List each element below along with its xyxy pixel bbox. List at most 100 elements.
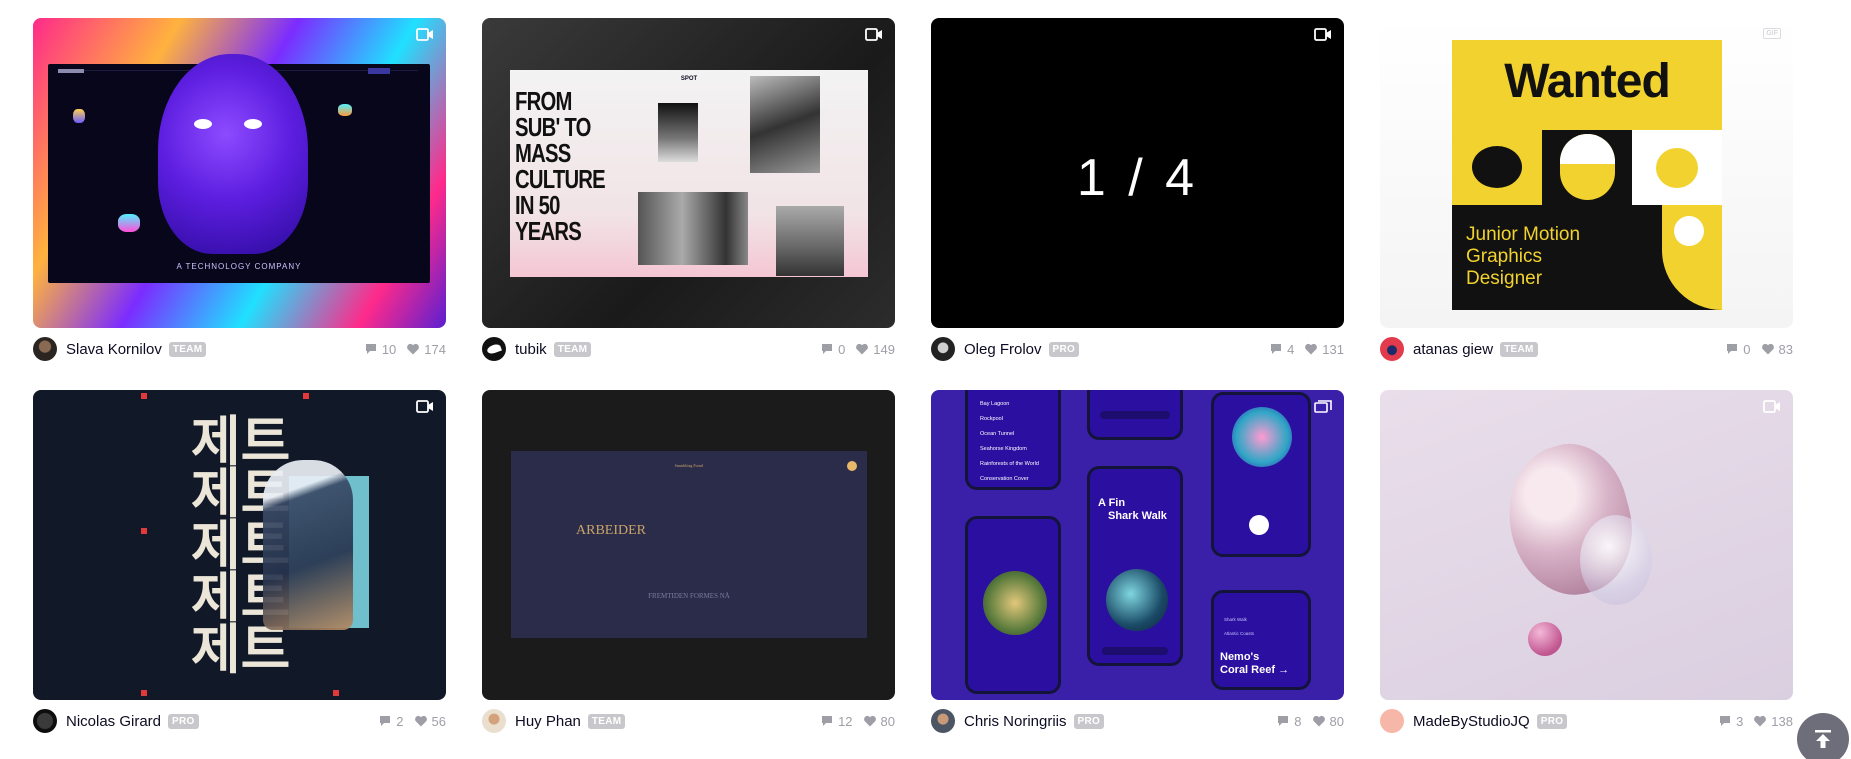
website-mockup: Smørklitag Forsel ARBEIDER FREMTIDEN FOR… bbox=[511, 451, 867, 638]
shot-stats: 12 80 bbox=[810, 714, 895, 729]
shot-card[interactable]: Wanted Junior Motion Graphics Designer G… bbox=[1380, 18, 1793, 361]
shot-thumbnail[interactable] bbox=[1380, 390, 1793, 700]
comment-icon bbox=[1720, 716, 1731, 726]
shot-thumbnail[interactable]: Smørklitag Forsel ARBEIDER FREMTIDEN FOR… bbox=[482, 390, 895, 700]
shot-thumbnail[interactable]: Bay Lagoon Rockpool Ocean Tunnel Seahors… bbox=[931, 390, 1344, 700]
comments-stat: 0 bbox=[820, 342, 845, 357]
comments-count: 0 bbox=[1743, 341, 1751, 357]
heart-icon bbox=[407, 343, 420, 355]
author-name[interactable]: Oleg Frolov bbox=[964, 341, 1042, 358]
comments-stat: 3 bbox=[1718, 714, 1743, 729]
shot-card[interactable]: MadeByStudioJQ PRO 3 138 bbox=[1380, 390, 1793, 733]
shot-card[interactable]: A TECHNOLOGY COMPANY Slava Kornilov TEAM… bbox=[33, 18, 446, 361]
likes-count: 80 bbox=[880, 713, 895, 729]
shot-thumbnail[interactable]: A TECHNOLOGY COMPANY bbox=[33, 18, 446, 328]
comments-stat: 0 bbox=[1725, 341, 1751, 357]
shot-thumbnail[interactable]: 제트 제트 제트 제트 제트 bbox=[33, 390, 446, 700]
likes-stat[interactable]: 131 bbox=[1304, 342, 1344, 357]
shot-meta: Nicolas Girard PRO 2 56 bbox=[33, 709, 446, 733]
phone-screen: A Fin Shark Walk bbox=[1087, 466, 1183, 666]
shot-card[interactable]: 1 / 4 Oleg Frolov PRO 4 131 bbox=[931, 18, 1344, 361]
video-icon bbox=[416, 400, 433, 413]
likes-count: 174 bbox=[424, 341, 446, 357]
author-name[interactable]: MadeByStudioJQ bbox=[1413, 713, 1530, 730]
avatar[interactable] bbox=[482, 337, 506, 361]
poster-title: Wanted bbox=[1504, 55, 1671, 108]
likes-stat[interactable]: 138 bbox=[1753, 714, 1793, 729]
phone-screen bbox=[965, 516, 1061, 694]
slide-counter: 1 / 4 bbox=[1076, 149, 1199, 207]
avatar[interactable] bbox=[1380, 337, 1404, 361]
shot-thumbnail[interactable]: SPOT FROM SUB' TO MASS CULTURE IN 50 YEA… bbox=[482, 18, 895, 328]
shot-meta: Chris Noringriis PRO 8 80 bbox=[931, 709, 1344, 733]
avatar[interactable] bbox=[33, 337, 57, 361]
shot-card[interactable]: 제트 제트 제트 제트 제트 Nicolas Girard PRO 2 56 bbox=[33, 390, 446, 733]
likes-stat[interactable]: 56 bbox=[414, 714, 446, 729]
team-badge: TEAM bbox=[553, 341, 592, 357]
comments-stat: 8 bbox=[1276, 714, 1302, 729]
likes-stat[interactable]: 149 bbox=[855, 342, 895, 357]
glass-sphere bbox=[1580, 515, 1652, 605]
comments-stat: 4 bbox=[1269, 342, 1294, 357]
comment-icon bbox=[822, 716, 833, 726]
avatar[interactable] bbox=[1380, 709, 1404, 733]
video-icon bbox=[865, 28, 882, 41]
author-name[interactable]: Huy Phan bbox=[515, 713, 581, 730]
scroll-to-top-button[interactable] bbox=[1797, 713, 1849, 759]
comments-stat: 10 bbox=[364, 342, 396, 357]
poster: Wanted Junior Motion Graphics Designer bbox=[1452, 40, 1722, 310]
photo bbox=[776, 206, 844, 276]
comments-count: 4 bbox=[1287, 341, 1295, 357]
purple-bust bbox=[158, 54, 308, 254]
shot-stats: 10 174 bbox=[354, 342, 446, 357]
avatar[interactable] bbox=[931, 709, 955, 733]
comments-count: 0 bbox=[838, 341, 846, 357]
likes-stat[interactable]: 80 bbox=[863, 714, 895, 729]
heart-icon bbox=[863, 715, 876, 727]
shot-stats: 0 83 bbox=[1715, 342, 1793, 357]
team-badge: TEAM bbox=[168, 341, 207, 357]
shot-meta: tubik TEAM 0 149 bbox=[482, 337, 895, 361]
shot-card[interactable]: Bay Lagoon Rockpool Ocean Tunnel Seahors… bbox=[931, 390, 1344, 733]
shot-stats: 3 138 bbox=[1708, 714, 1793, 729]
avatar[interactable] bbox=[931, 337, 955, 361]
avatar[interactable] bbox=[33, 709, 57, 733]
author-name[interactable]: tubik bbox=[515, 341, 547, 358]
author-name[interactable]: Chris Noringriis bbox=[964, 713, 1067, 730]
shot-stats: 2 56 bbox=[368, 714, 446, 729]
heart-icon bbox=[1754, 715, 1767, 727]
heart-icon bbox=[856, 343, 869, 355]
website-mockup: SPOT FROM SUB' TO MASS CULTURE IN 50 YEA… bbox=[510, 70, 868, 277]
pink-droplet bbox=[1528, 622, 1562, 656]
likes-count: 138 bbox=[1771, 713, 1793, 729]
poster-subtitle: Junior Motion Graphics Designer bbox=[1466, 224, 1581, 289]
shot-card[interactable]: Smørklitag Forsel ARBEIDER FREMTIDEN FOR… bbox=[482, 390, 895, 733]
gif-icon: GIF bbox=[1763, 28, 1781, 39]
photo bbox=[638, 192, 748, 265]
author-name[interactable]: Slava Kornilov bbox=[66, 341, 162, 358]
photo bbox=[658, 103, 698, 162]
comment-icon bbox=[1727, 344, 1738, 354]
author-name[interactable]: atanas giew bbox=[1413, 341, 1493, 358]
pro-badge: PRO bbox=[168, 713, 199, 729]
comment-icon bbox=[365, 344, 376, 354]
likes-stat[interactable]: 174 bbox=[406, 342, 446, 357]
comment-icon bbox=[822, 344, 833, 354]
shot-thumbnail[interactable]: Wanted Junior Motion Graphics Designer G… bbox=[1380, 18, 1793, 328]
avatar[interactable] bbox=[482, 709, 506, 733]
menu-dot bbox=[847, 461, 857, 471]
likes-count: 131 bbox=[1322, 341, 1344, 357]
shot-meta: Oleg Frolov PRO 4 131 bbox=[931, 337, 1344, 361]
shot-thumbnail[interactable]: 1 / 4 bbox=[931, 18, 1344, 328]
likes-stat[interactable]: 80 bbox=[1312, 714, 1344, 729]
likes-stat[interactable]: 83 bbox=[1761, 342, 1793, 357]
author-name[interactable]: Nicolas Girard bbox=[66, 713, 161, 730]
mockup-topline: Smørklitag Forsel bbox=[674, 463, 704, 468]
photo bbox=[750, 76, 820, 173]
shot-card[interactable]: SPOT FROM SUB' TO MASS CULTURE IN 50 YEA… bbox=[482, 18, 895, 361]
comments-stat: 2 bbox=[378, 714, 404, 729]
shot-stats: 0 149 bbox=[810, 342, 895, 357]
character bbox=[263, 460, 353, 630]
multi-shot-icon bbox=[1314, 400, 1332, 413]
comment-icon bbox=[380, 716, 391, 726]
